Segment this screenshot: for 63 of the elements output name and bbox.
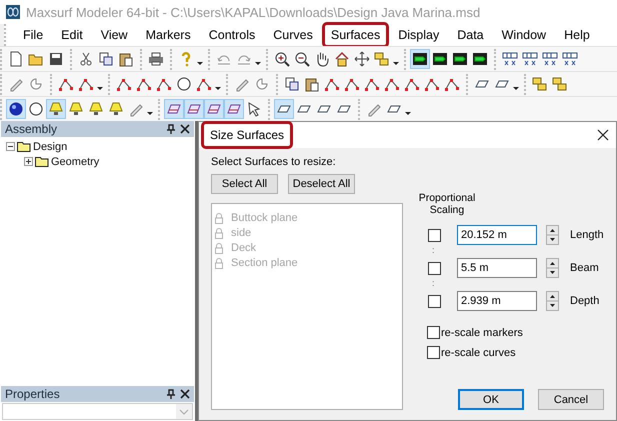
- lock-icon: [213, 256, 225, 268]
- checkbox[interactable]: [427, 346, 440, 359]
- button[interactable]: Select All: [211, 174, 278, 194]
- instruction-text: Select Surfaces to resize:: [211, 156, 337, 168]
- spinner-control[interactable]: [546, 225, 559, 245]
- spinner-control[interactable]: [546, 258, 559, 278]
- link-mark: :: [431, 279, 436, 290]
- button[interactable]: Deselect All: [288, 174, 355, 194]
- app-icon: [6, 5, 20, 19]
- ok-button[interactable]: OK: [458, 389, 524, 410]
- checkbox[interactable]: [428, 228, 441, 242]
- menu-item[interactable]: Markers: [136, 22, 200, 48]
- lock-icon: [213, 242, 225, 254]
- surface-icon[interactable]: [164, 99, 184, 119]
- checkbox[interactable]: [428, 262, 441, 274]
- field-label: Length: [570, 229, 604, 241]
- link-mark: :: [431, 246, 436, 257]
- spinner-control[interactable]: [546, 291, 559, 311]
- tree-item[interactable]: Geometry: [51, 156, 100, 168]
- pin-icon[interactable]: [166, 124, 176, 134]
- pin-icon[interactable]: [166, 389, 176, 399]
- checkbox-label: re-scale curves: [441, 346, 516, 358]
- menu-item[interactable]: File: [14, 22, 52, 48]
- surface-icon[interactable]: [204, 99, 224, 119]
- menu-item[interactable]: Controls: [200, 22, 264, 48]
- cancel-button[interactable]: Cancel: [538, 389, 604, 410]
- arrows-icon[interactable]: [352, 49, 372, 69]
- menu-item[interactable]: Curves: [264, 22, 322, 48]
- checkbox[interactable]: [428, 294, 441, 308]
- panel-title: Assembly: [5, 122, 58, 136]
- menu-item[interactable]: View: [92, 22, 137, 48]
- hull-view-icon[interactable]: [410, 49, 430, 69]
- close-icon[interactable]: [597, 129, 609, 141]
- lock-icon: [213, 226, 225, 238]
- folder-icon: [17, 141, 31, 152]
- shape-icon[interactable]: [274, 99, 294, 119]
- collapse-icon[interactable]: [6, 142, 15, 151]
- menu-item[interactable]: Data: [448, 22, 493, 48]
- window-title: Maxsurf Modeler 64-bit - C:\Users\KAPAL\Downloads\Design Java Marina.msd: [26, 4, 480, 20]
- expand-icon[interactable]: [24, 157, 33, 166]
- field-label: Beam: [570, 262, 599, 274]
- input-field[interactable]: 5.5 m: [457, 258, 537, 278]
- menu-item[interactable]: Help: [555, 22, 599, 48]
- input-field[interactable]: 2.939 m: [457, 291, 537, 311]
- menu-item[interactable]: Display: [389, 22, 448, 48]
- checkbox[interactable]: [427, 326, 440, 339]
- input-field[interactable]: 20.152 m: [457, 225, 537, 245]
- surface-icon[interactable]: [224, 99, 244, 119]
- lock-icon: [213, 212, 225, 224]
- menu-item[interactable]: Edit: [52, 22, 92, 48]
- tree-item[interactable]: Design: [33, 140, 68, 152]
- section-label: Proportional Scaling: [418, 192, 476, 216]
- folder-icon: [35, 156, 49, 167]
- close-icon[interactable]: [180, 124, 190, 134]
- dialog-title: Size Surfaces: [201, 121, 294, 149]
- surface-icon[interactable]: [184, 99, 204, 119]
- checkbox-label: re-scale markers: [441, 326, 523, 338]
- close-icon[interactable]: [180, 389, 190, 399]
- lamp-icon[interactable]: [46, 99, 66, 119]
- panel-title: Properties: [5, 387, 61, 401]
- field-label: Depth: [570, 295, 600, 307]
- chevron-icon: [176, 404, 192, 419]
- menu-item[interactable]: Window: [492, 22, 556, 48]
